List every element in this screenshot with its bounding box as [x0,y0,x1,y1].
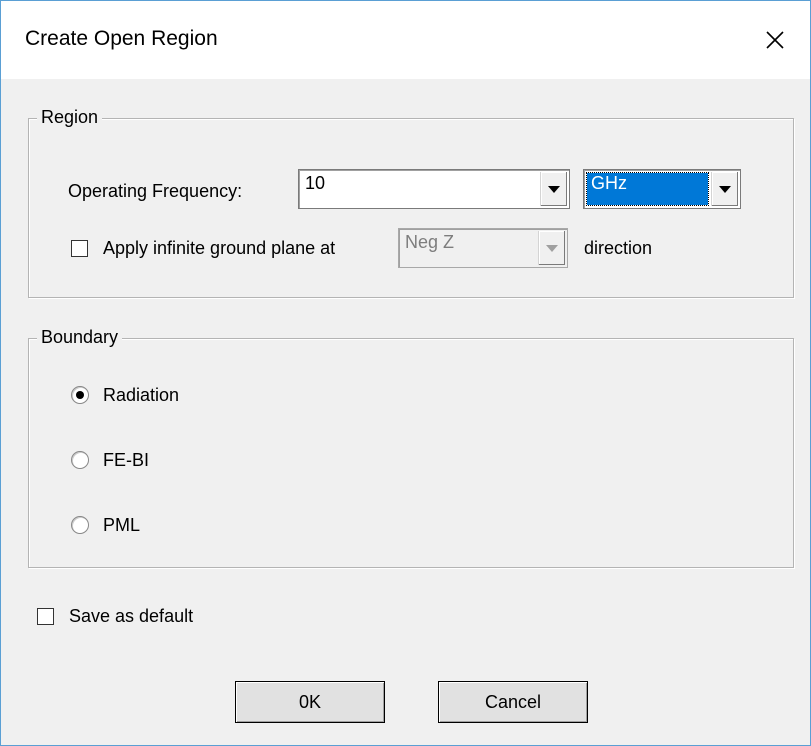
unit-dropdown-button[interactable] [711,172,738,206]
ground-plane-label: Apply infinite ground plane at [103,238,336,258]
chevron-down-icon [548,185,560,193]
frequency-value: 10 [305,173,326,193]
frequency-combo[interactable]: 10 [298,169,570,209]
cancel-button[interactable]: Cancel [438,681,588,723]
ok-button[interactable]: 0K [235,681,385,723]
radio-radiation[interactable] [71,386,89,404]
radiation-label: Radiation [103,385,180,405]
dialog-window: Create Open Region Region Operating Freq… [0,0,811,746]
dialog-title: Create Open Region [25,27,218,50]
direction-dropdown-button[interactable] [538,231,565,265]
close-button[interactable] [740,1,810,79]
pml-label: PML [103,515,141,535]
region-group-label: Region [37,107,103,128]
radio-fe-bi[interactable] [71,451,89,469]
unit-selected-highlight: GHz [586,172,709,206]
save-default-checkbox[interactable] [37,608,54,625]
ground-plane-checkbox[interactable] [71,240,88,257]
fe-bi-label: FE-BI [103,450,150,470]
boundary-group-label: Boundary [37,327,123,348]
ground-plane-direction-select[interactable]: Neg Z [398,228,568,268]
chevron-down-icon [546,244,558,252]
ground-plane-direction-value: Neg Z [405,232,455,252]
operating-frequency-label: Operating Frequency: [68,181,243,201]
chevron-down-icon [719,185,731,193]
save-default-label: Save as default [69,606,194,626]
frequency-unit-select[interactable]: GHz [583,169,741,209]
unit-value: GHz [591,173,627,193]
frequency-dropdown-button[interactable] [540,172,567,206]
radio-selected-dot [76,391,84,399]
close-icon [766,31,784,49]
radio-pml[interactable] [71,516,89,534]
title-bar[interactable]: Create Open Region [1,1,810,79]
direction-label: direction [584,238,653,258]
